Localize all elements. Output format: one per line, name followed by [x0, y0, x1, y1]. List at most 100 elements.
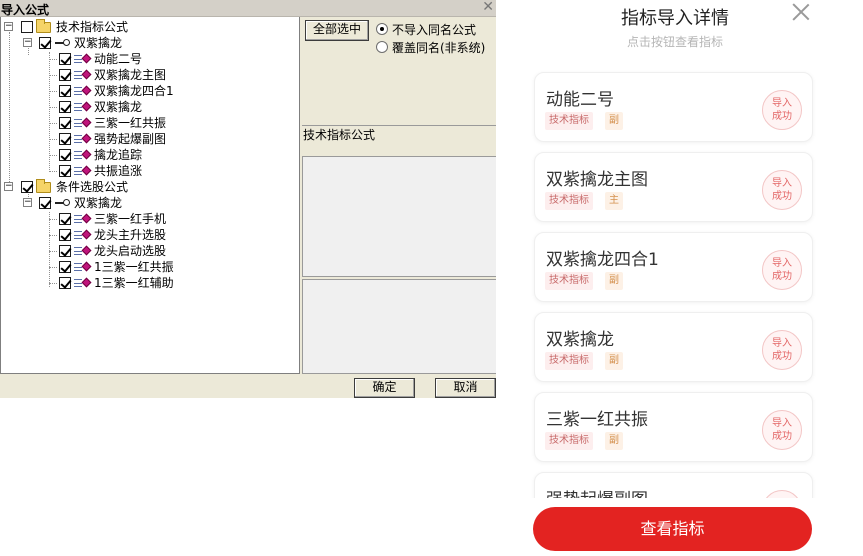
tree-item-label: 1三紫一红共振 — [94, 260, 174, 274]
item-checkbox[interactable] — [59, 133, 71, 145]
tree-item[interactable]: 三紫一红手机 — [1, 211, 221, 227]
ok-button[interactable]: 确定 — [354, 378, 415, 398]
item-checkbox[interactable] — [59, 245, 71, 257]
options-pane: 全部选中 不导入同名公式 覆盖同名(非系统) 技术指标公式 — [300, 17, 496, 374]
folder-icon — [36, 179, 51, 193]
tree-node-shuangzi[interactable]: − 双紫擒龙 — [1, 35, 201, 51]
select-all-button[interactable]: 全部选中 — [305, 20, 369, 41]
item-checkbox[interactable] — [59, 117, 71, 129]
item-checkbox[interactable] — [59, 165, 71, 177]
tree-item[interactable]: 三紫一红共振 — [1, 115, 221, 131]
formula-icon — [74, 133, 94, 145]
tree-item[interactable]: 双紫擒龙四合1 — [1, 83, 221, 99]
item-checkbox[interactable] — [59, 277, 71, 289]
dialog-footer: 确定 取消 — [0, 374, 496, 398]
tree-item[interactable]: 擒龙追踪 — [1, 147, 221, 163]
item-checkbox[interactable] — [59, 53, 71, 65]
formula-name: 双紫擒龙四合1 — [546, 250, 659, 270]
tree-item[interactable]: 双紫擒龙 — [1, 99, 221, 115]
collapse-icon[interactable]: − — [4, 182, 13, 191]
result-card[interactable]: 三紫一红共振 技术指标 副 导入 成功 — [534, 392, 813, 462]
tree-node-label: 双紫擒龙 — [74, 196, 123, 210]
formula-params-box — [302, 279, 496, 374]
result-card[interactable]: 双紫擒龙 技术指标 副 导入 成功 — [534, 312, 813, 382]
tree-item-label: 双紫擒龙主图 — [94, 68, 167, 82]
close-icon[interactable] — [789, 0, 813, 24]
tree-group-label: 条件选股公式 — [56, 180, 129, 194]
node-checkbox[interactable] — [39, 37, 51, 49]
result-card[interactable]: 双紫擒龙主图 技术指标 主 导入 成功 — [534, 152, 813, 222]
radio-skip-duplicates[interactable] — [376, 23, 388, 35]
import-success-stamp: 导入 成功 — [762, 410, 802, 450]
import-success-stamp: 导入 成功 — [762, 330, 802, 370]
chart-position-badge: 副 — [605, 352, 623, 370]
tree-item-label: 1三紫一红辅助 — [94, 276, 174, 290]
item-checkbox[interactable] — [59, 149, 71, 161]
panel-title: 指标导入详情 — [621, 8, 729, 29]
tree-item[interactable]: 动能二号 — [1, 51, 221, 67]
result-card[interactable]: 双紫擒龙四合1 技术指标 副 导入 成功 — [534, 232, 813, 302]
tree-item[interactable]: 共振追涨 — [1, 163, 221, 179]
stamp-line: 成功 — [772, 271, 792, 282]
tree-item[interactable]: 双紫擒龙主图 — [1, 67, 221, 83]
tree-item-label: 动能二号 — [94, 52, 143, 66]
import-result-list[interactable]: 动能二号 技术指标 副 导入 成功 双紫擒龙主图 技术指标 主 导入 成功 双紫… — [520, 60, 830, 498]
item-checkbox[interactable] — [59, 85, 71, 97]
formula-icon — [74, 245, 94, 257]
tree-item[interactable]: 强势起爆副图 — [1, 131, 221, 147]
formula-icon — [74, 149, 94, 161]
node-checkbox[interactable] — [39, 197, 51, 209]
radio-overwrite-duplicates[interactable] — [376, 41, 388, 53]
tree-group-screening[interactable]: − 条件选股公式 — [1, 179, 201, 195]
tree-item[interactable]: 龙头启动选股 — [1, 243, 221, 259]
tree-group-label: 技术指标公式 — [56, 20, 129, 34]
formula-icon — [74, 229, 94, 241]
view-indicators-button[interactable]: 查看指标 — [533, 507, 812, 551]
tree-group-technical[interactable]: − 技术指标公式 — [1, 19, 201, 35]
item-checkbox[interactable] — [59, 69, 71, 81]
collapse-icon[interactable]: − — [23, 38, 32, 47]
close-icon[interactable]: ✕ — [482, 0, 494, 15]
tree-item-label: 三紫一红手机 — [94, 212, 167, 226]
collapse-icon[interactable]: − — [23, 198, 32, 207]
tree-item[interactable]: 龙头主升选股 — [1, 227, 221, 243]
panel-subtitle: 点击按钮查看指标 — [626, 35, 723, 49]
formula-icon — [74, 53, 94, 65]
formula-name: 强势起爆副图 — [546, 485, 648, 498]
stamp-line: 成功 — [772, 191, 792, 202]
collapse-icon[interactable]: − — [4, 22, 13, 31]
import-formula-dialog: 导入公式 ✕ − 技术指标公式 − 双紫擒龙 动能二号 双紫擒龙主图 双紫擒龙四… — [0, 0, 496, 398]
dialog-title: 导入公式 — [1, 3, 50, 17]
group-checkbox[interactable] — [21, 181, 33, 193]
stamp-line: 导入 — [772, 258, 792, 269]
formula-icon — [74, 213, 94, 225]
stamp-line: 成功 — [772, 351, 792, 362]
item-checkbox[interactable] — [59, 261, 71, 273]
result-card[interactable]: 强势起爆副图 — [534, 472, 813, 498]
chart-position-badge: 副 — [605, 432, 623, 450]
item-checkbox[interactable] — [59, 229, 71, 241]
tree-item[interactable]: 1三紫一红辅助 — [1, 275, 221, 291]
category-label: 技术指标公式 — [303, 128, 376, 142]
tree-node-label: 双紫擒龙 — [74, 36, 123, 50]
radio-skip-duplicates-label: 不导入同名公式 — [392, 23, 477, 37]
formula-tree[interactable]: − 技术指标公式 − 双紫擒龙 动能二号 双紫擒龙主图 双紫擒龙四合1 双紫擒龙… — [0, 17, 300, 374]
formula-icon — [74, 101, 94, 113]
formula-icon — [74, 165, 94, 177]
dialog-title-bar: 导入公式 ✕ — [0, 0, 496, 17]
item-checkbox[interactable] — [59, 213, 71, 225]
item-checkbox[interactable] — [59, 101, 71, 113]
chart-position-badge: 副 — [605, 112, 623, 130]
tree-node-shuangzi[interactable]: − 双紫擒龙 — [1, 195, 201, 211]
result-card[interactable]: 动能二号 技术指标 副 导入 成功 — [534, 72, 813, 142]
tree-item[interactable]: 1三紫一红共振 — [1, 259, 221, 275]
type-badge: 技术指标 — [545, 112, 593, 130]
tree-item-label: 三紫一红共振 — [94, 116, 167, 130]
import-success-stamp: 导入 成功 — [762, 250, 802, 290]
radio-overwrite-duplicates-label: 覆盖同名(非系统) — [392, 41, 486, 55]
tree-item-label: 双紫擒龙四合1 — [94, 84, 174, 98]
group-checkbox[interactable] — [21, 21, 33, 33]
formula-icon — [74, 277, 94, 289]
type-badge: 技术指标 — [545, 192, 593, 210]
cancel-button[interactable]: 取消 — [435, 378, 496, 398]
